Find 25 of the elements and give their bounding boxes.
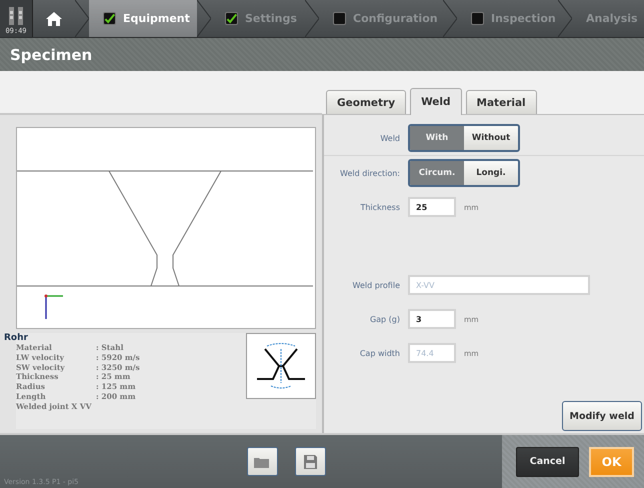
- field-label: Gap (g): [368, 314, 400, 324]
- field-label: Weld direction:: [339, 168, 400, 178]
- ok-button[interactable]: OK: [589, 446, 634, 476]
- number-field[interactable]: 3: [408, 309, 456, 329]
- specimen-name: Rohr: [4, 333, 29, 343]
- tab[interactable]: Material: [466, 90, 537, 114]
- toggle-option[interactable]: Without: [464, 126, 518, 150]
- step-tab[interactable]: Configuration: [319, 0, 443, 37]
- field-label: Thickness: [359, 202, 400, 212]
- section-title: Specimen: [10, 46, 92, 64]
- field-label: Weld: [379, 134, 400, 142]
- tab[interactable]: Weld: [410, 88, 462, 115]
- field-label: Weld profile: [352, 280, 400, 290]
- field-label: Cap width: [358, 348, 400, 358]
- modify-weld-button[interactable]: Modify weld: [562, 401, 642, 431]
- cancel-button[interactable]: Cancel: [516, 446, 579, 476]
- toggle-option[interactable]: With: [410, 126, 464, 150]
- tab[interactable]: Geometry: [326, 90, 406, 114]
- step-tab[interactable]: Inspection: [457, 0, 558, 37]
- toggle-option[interactable]: Circum.: [410, 161, 464, 185]
- step-tab[interactable]: Analysis: [572, 0, 644, 37]
- number-field[interactable]: 25: [408, 197, 456, 217]
- step-tab[interactable]: Settings: [211, 0, 305, 37]
- step-tab[interactable]: Equipment: [89, 0, 197, 37]
- toggle-option[interactable]: Longi.: [464, 161, 518, 185]
